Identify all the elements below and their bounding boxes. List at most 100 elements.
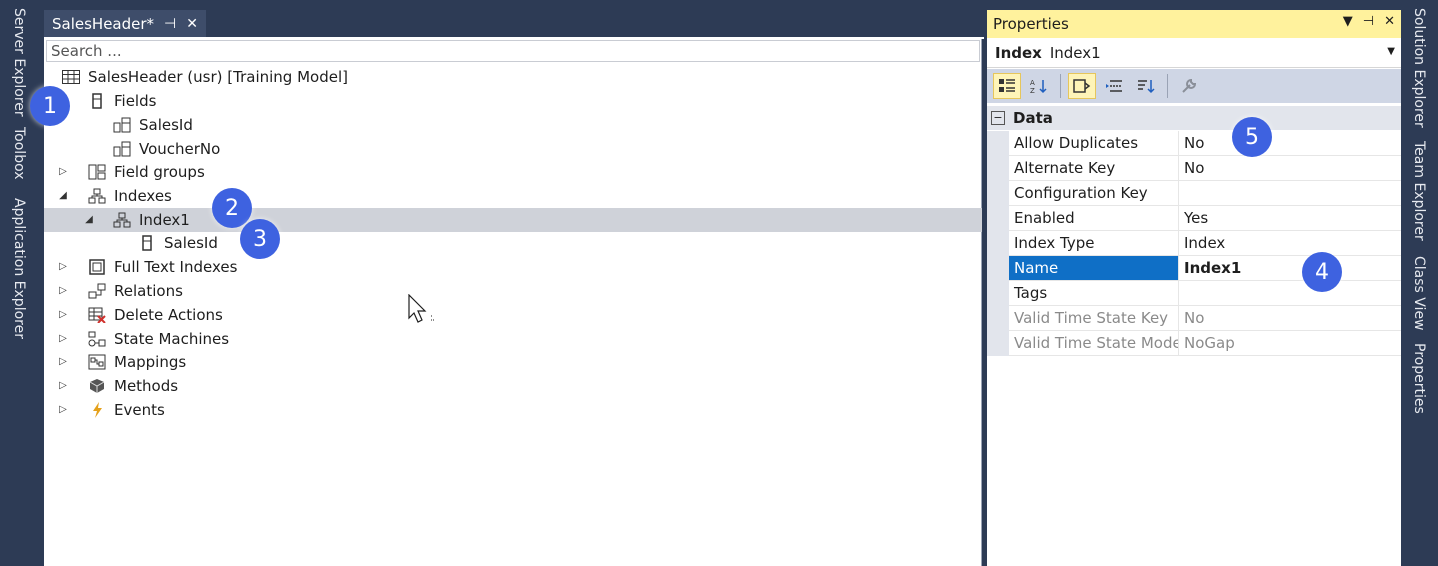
toolbox-tab[interactable]: Toolbox [11, 127, 27, 180]
row-gutter [987, 156, 1009, 181]
property-value[interactable]: No [1179, 156, 1401, 181]
property-pages-button[interactable] [1068, 73, 1096, 99]
tree-node-label: Relations [114, 282, 183, 300]
dropdown-arrow-icon[interactable]: ▼ [1343, 14, 1353, 29]
close-icon[interactable]: ✕ [1384, 14, 1395, 29]
relation-icon [88, 283, 106, 299]
property-name: Tags [1009, 281, 1179, 306]
row-gutter [987, 206, 1009, 231]
field-icon [138, 235, 156, 251]
server-explorer-tab[interactable]: Server Explorer [11, 8, 27, 117]
pin-icon[interactable]: ⊣ [164, 16, 176, 32]
property-row-tags[interactable]: Tags [987, 281, 1401, 306]
expand-arrow-icon[interactable]: ▷ [56, 261, 70, 272]
property-value[interactable] [1179, 181, 1401, 206]
tree-node-label: Full Text Indexes [114, 258, 238, 276]
row-gutter [987, 131, 1009, 156]
tree-node-root[interactable]: SalesHeader (usr) [Training Model] [62, 65, 348, 89]
property-value[interactable] [1179, 281, 1401, 306]
svg-text:Z: Z [1030, 87, 1035, 94]
tree-node-index1[interactable]: ◢ Index1 [44, 208, 982, 232]
search-input[interactable] [46, 40, 980, 62]
property-value[interactable]: Index1 [1179, 256, 1401, 281]
tree-node-indexes[interactable]: Indexes [88, 184, 172, 208]
tree-node-label: SalesId [139, 116, 193, 134]
callout-badge-4: 4 [1302, 252, 1342, 292]
application-explorer-tab[interactable]: Application Explorer [11, 198, 27, 339]
list-icon [1106, 80, 1122, 92]
close-icon[interactable]: ✕ [186, 16, 198, 32]
property-row-allow-duplicates[interactable]: Allow Duplicates No [987, 131, 1401, 156]
property-value[interactable]: NoGap [1179, 331, 1401, 356]
collapse-minus-icon[interactable]: − [991, 111, 1005, 125]
properties-toolbar: AZ [987, 69, 1401, 103]
tree-node-mappings[interactable]: Mappings [88, 350, 186, 374]
document-tab[interactable]: SalesHeader* ⊣ ✕ [44, 10, 206, 37]
tree-node-index1-salesid[interactable]: SalesId [138, 231, 218, 255]
tree-node-fields[interactable]: Fields [88, 89, 156, 113]
expand-arrow-icon[interactable]: ▷ [56, 166, 70, 177]
tree-node-label: Fields [114, 92, 157, 110]
solution-explorer-tab[interactable]: Solution Explorer [1411, 8, 1427, 128]
row-gutter [987, 306, 1009, 331]
property-row-valid-time-state-mode[interactable]: Valid Time State Mode NoGap [987, 331, 1401, 356]
property-row-configuration-key[interactable]: Configuration Key [987, 181, 1401, 206]
property-row-alternate-key[interactable]: Alternate Key No [987, 156, 1401, 181]
sort-button[interactable] [1132, 73, 1160, 99]
property-name: Configuration Key [1009, 181, 1179, 206]
team-explorer-tab[interactable]: Team Explorer [1411, 141, 1427, 241]
field-icon [88, 93, 106, 109]
table-designer: SalesHeader (usr) [Training Model] Field… [44, 39, 982, 566]
property-value[interactable]: No [1179, 306, 1401, 331]
mapping-icon [88, 354, 106, 370]
full-text-index-icon [88, 259, 106, 275]
class-view-tab[interactable]: Class View [1411, 256, 1427, 331]
sort-icon [1138, 80, 1155, 94]
category-data[interactable]: − Data [987, 106, 1401, 130]
tree-node-methods[interactable]: Methods [88, 374, 178, 398]
properties-tab[interactable]: Properties [1411, 343, 1427, 414]
property-row-valid-time-state-key[interactable]: Valid Time State Key No [987, 306, 1401, 331]
expand-arrow-icon[interactable]: ▷ [56, 404, 70, 415]
collapse-arrow-icon[interactable]: ◢ [82, 214, 96, 225]
expand-arrow-icon[interactable]: ▷ [56, 356, 70, 367]
pin-icon[interactable]: ⊣ [1363, 14, 1374, 29]
tree-node-field-groups[interactable]: Field groups [88, 160, 205, 184]
tree-node-full-text-indexes[interactable]: Full Text Indexes [88, 255, 237, 279]
object-selector[interactable]: Index Index1 ▼ [987, 38, 1401, 68]
tree-node-label: State Machines [114, 330, 230, 348]
property-name: Valid Time State Mode [1009, 331, 1179, 356]
expand-arrow-icon[interactable]: ▷ [56, 333, 70, 344]
tree-node-events[interactable]: Events [88, 398, 165, 422]
tree-node-state-machines[interactable]: State Machines [88, 327, 229, 351]
expand-arrow-icon[interactable]: ▷ [56, 285, 70, 296]
events-button[interactable] [1100, 73, 1128, 99]
state-machine-icon [88, 331, 106, 347]
tree-node-delete-actions[interactable]: Delete Actions [88, 303, 223, 327]
property-value[interactable]: No [1179, 131, 1401, 156]
expand-arrow-icon[interactable]: ▷ [56, 309, 70, 320]
wrench-icon [1182, 78, 1197, 93]
callout-badge-3: 3 [240, 219, 280, 259]
tree-node-label: Index1 [139, 211, 190, 229]
property-value[interactable]: Index [1179, 231, 1401, 256]
index-icon [88, 188, 106, 204]
tree-node-field-salesid[interactable]: SalesId [113, 113, 193, 137]
row-gutter [987, 281, 1009, 306]
categorized-button[interactable] [993, 73, 1021, 99]
tree-node-relations[interactable]: Relations [88, 279, 183, 303]
tree-node-label: Events [114, 401, 165, 419]
settings-button[interactable] [1175, 73, 1203, 99]
categorized-icon [999, 79, 1015, 92]
property-row-enabled[interactable]: Enabled Yes [987, 206, 1401, 231]
tree-node-field-voucherno[interactable]: VoucherNo [113, 137, 220, 161]
collapse-arrow-icon[interactable]: ◢ [56, 190, 70, 201]
property-row-index-type[interactable]: Index Type Index [987, 231, 1401, 256]
tree-node-label: SalesHeader (usr) [Training Model] [88, 68, 348, 86]
sort-alphabetical-icon: AZ [1030, 79, 1047, 94]
chevron-down-icon[interactable]: ▼ [1387, 46, 1395, 57]
property-value[interactable]: Yes [1179, 206, 1401, 231]
category-label: Data [1013, 109, 1053, 127]
alphabetical-button[interactable]: AZ [1025, 73, 1053, 99]
expand-arrow-icon[interactable]: ▷ [56, 380, 70, 391]
